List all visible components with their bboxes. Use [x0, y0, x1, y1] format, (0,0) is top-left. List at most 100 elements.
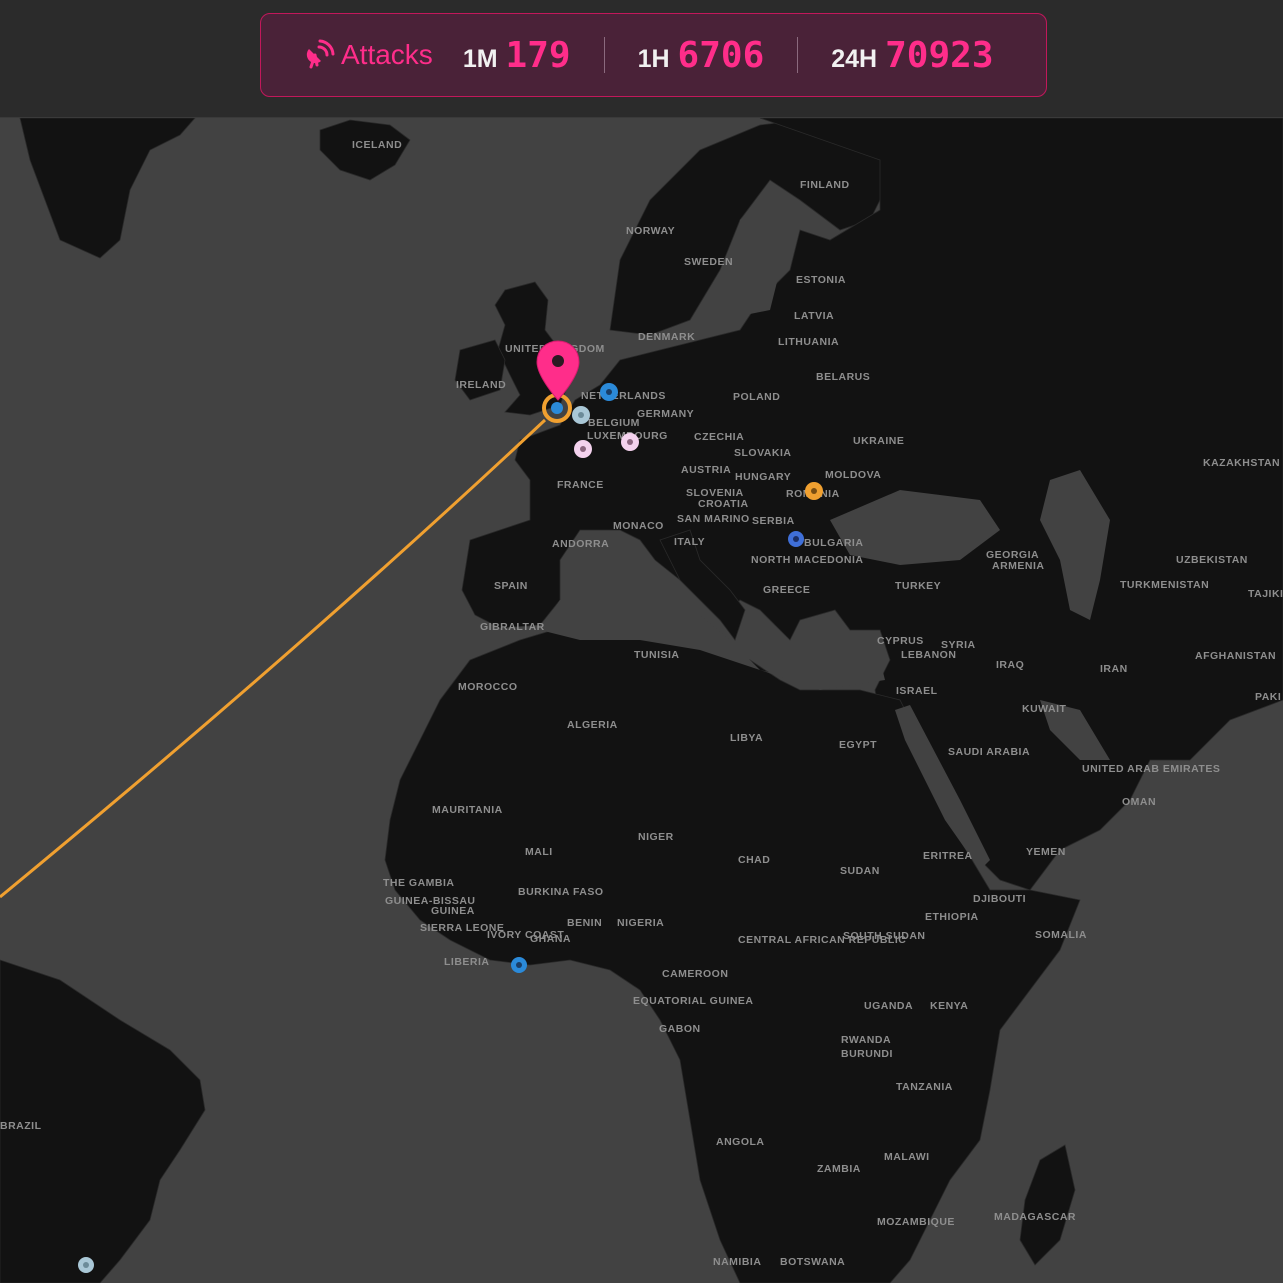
attacks-brand: Attacks [303, 39, 433, 71]
map-label: GREECE [763, 584, 810, 596]
map-label: THE GAMBIA [383, 877, 455, 889]
stat-1m-label: 1M [462, 44, 498, 73]
land-masses [0, 118, 1283, 1283]
map-label: CYPRUS [877, 635, 924, 647]
stat-24h-label: 24H [831, 44, 878, 73]
stat-1m: 1M 179 [463, 35, 571, 76]
map-label: MALAWI [884, 1151, 930, 1163]
attack-marker[interactable] [574, 440, 592, 458]
map-label: ZAMBIA [817, 1163, 861, 1175]
map-label: GHANA [530, 933, 571, 945]
map-label: SPAIN [494, 580, 528, 592]
map-label: BURKINA FASO [518, 886, 604, 898]
map-label: NIGERIA [617, 917, 664, 929]
map-label: NETHERLANDS [581, 390, 666, 402]
map-label: AFGHANISTAN [1195, 650, 1276, 662]
map-label: TAJIKI [1248, 588, 1283, 600]
map-label: LITHUANIA [778, 336, 839, 348]
map-label: SAN MARINO [677, 513, 750, 525]
map-label: BELGIUM [588, 417, 640, 429]
map-label: EGYPT [839, 739, 877, 751]
map-label: SUDAN [840, 865, 880, 877]
attack-marker[interactable] [805, 482, 823, 500]
map-label: ARMENIA [992, 560, 1045, 572]
map-label: RWANDA [841, 1034, 891, 1046]
map-label: ERITREA [923, 850, 973, 862]
attack-marker[interactable] [600, 383, 618, 401]
map-label: YEMEN [1026, 846, 1066, 858]
stat-1m-value: 179 [505, 34, 571, 76]
map-label: DENMARK [638, 331, 695, 343]
map-label: MONACO [613, 520, 664, 532]
stat-divider [603, 37, 605, 73]
stat-1h-value: 6706 [677, 34, 765, 76]
map-label: LIBYA [730, 732, 763, 744]
map-label: UKRAINE [853, 435, 904, 447]
map-label: UZBEKISTAN [1176, 554, 1248, 566]
stat-24h-value: 70923 [885, 34, 994, 76]
stat-1h: 1H 6706 [638, 35, 765, 76]
map-label: IRAN [1100, 663, 1128, 675]
map-label: NORTH MACEDONIA [751, 554, 864, 566]
map-label: IRELAND [456, 379, 506, 391]
map-label: FINLAND [800, 179, 850, 191]
map-label: CROATIA [698, 498, 749, 510]
map-label: ITALY [674, 536, 705, 548]
map-label: NAMIBIA [713, 1256, 761, 1268]
map-label: CAMEROON [662, 968, 728, 980]
map-label: ANGOLA [716, 1136, 765, 1148]
map-label: DJIBOUTI [973, 893, 1026, 905]
map-label: UNITED ARAB EMIRATES [1082, 763, 1220, 775]
map-label: MALI [525, 846, 553, 858]
attack-marker[interactable] [788, 531, 804, 547]
map-label: OMAN [1122, 796, 1156, 808]
map-label: KAZAKHSTAN [1203, 457, 1280, 469]
map-label: EQUATORIAL GUINEA [633, 995, 754, 1007]
map-label: CZECHIA [694, 431, 744, 443]
map-label: TURKEY [895, 580, 941, 592]
map-label: CHAD [738, 854, 770, 866]
satellite-dish-icon [306, 39, 335, 69]
stat-24h: 24H 70923 [831, 35, 993, 76]
map-label: BURUNDI [841, 1048, 893, 1060]
map-label: UGANDA [864, 1000, 913, 1012]
stat-1h-label: 1H [637, 44, 670, 73]
stat-divider [797, 37, 799, 73]
map-canvas[interactable]: ICELAND FINLAND NORWAY SWEDEN ESTONIA LA… [0, 118, 1283, 1283]
map-label: TUNISIA [634, 649, 680, 661]
map-label: SWEDEN [684, 256, 733, 268]
map-label: SLOVAKIA [734, 447, 791, 459]
attack-marker[interactable] [511, 957, 527, 973]
map-label: BELARUS [816, 371, 870, 383]
attack-stats-panel: Attacks 1M 179 1H 6706 24H 70923 [260, 13, 1047, 97]
map-label: TANZANIA [896, 1081, 953, 1093]
map-label: LEBANON [901, 649, 956, 661]
map-label: GIBRALTAR [480, 621, 545, 633]
map-label: NORWAY [626, 225, 675, 237]
map-label: ESTONIA [796, 274, 846, 286]
map-label: MAURITANIA [432, 804, 503, 816]
map-label: HUNGARY [735, 471, 791, 483]
map-label: IRAQ [996, 659, 1024, 671]
map-label: ICELAND [352, 139, 402, 151]
attack-marker[interactable] [621, 433, 639, 451]
map-label: ALGERIA [567, 719, 618, 731]
attack-marker[interactable] [78, 1257, 94, 1273]
map-label: ANDORRA [552, 538, 609, 550]
map-label: MADAGASCAR [994, 1211, 1076, 1223]
ireland-shape [454, 339, 506, 401]
map-label: KUWAIT [1022, 703, 1066, 715]
map-label: GUINEA [431, 905, 475, 917]
map-label: LIBERIA [444, 956, 490, 968]
map-label: TURKMENISTAN [1120, 579, 1209, 591]
map-label: NIGER [638, 831, 674, 843]
attack-marker[interactable] [572, 406, 590, 424]
map-label: LATVIA [794, 310, 834, 322]
map-label: POLAND [733, 391, 780, 403]
map-label: FRANCE [557, 479, 604, 491]
map-label: BULGARIA [804, 537, 863, 549]
world-map[interactable]: ICELAND FINLAND NORWAY SWEDEN ESTONIA LA… [0, 118, 1283, 1283]
map-label: SOMALIA [1035, 929, 1087, 941]
map-label: SAUDI ARABIA [948, 746, 1030, 758]
map-label: AUSTRIA [681, 464, 731, 476]
